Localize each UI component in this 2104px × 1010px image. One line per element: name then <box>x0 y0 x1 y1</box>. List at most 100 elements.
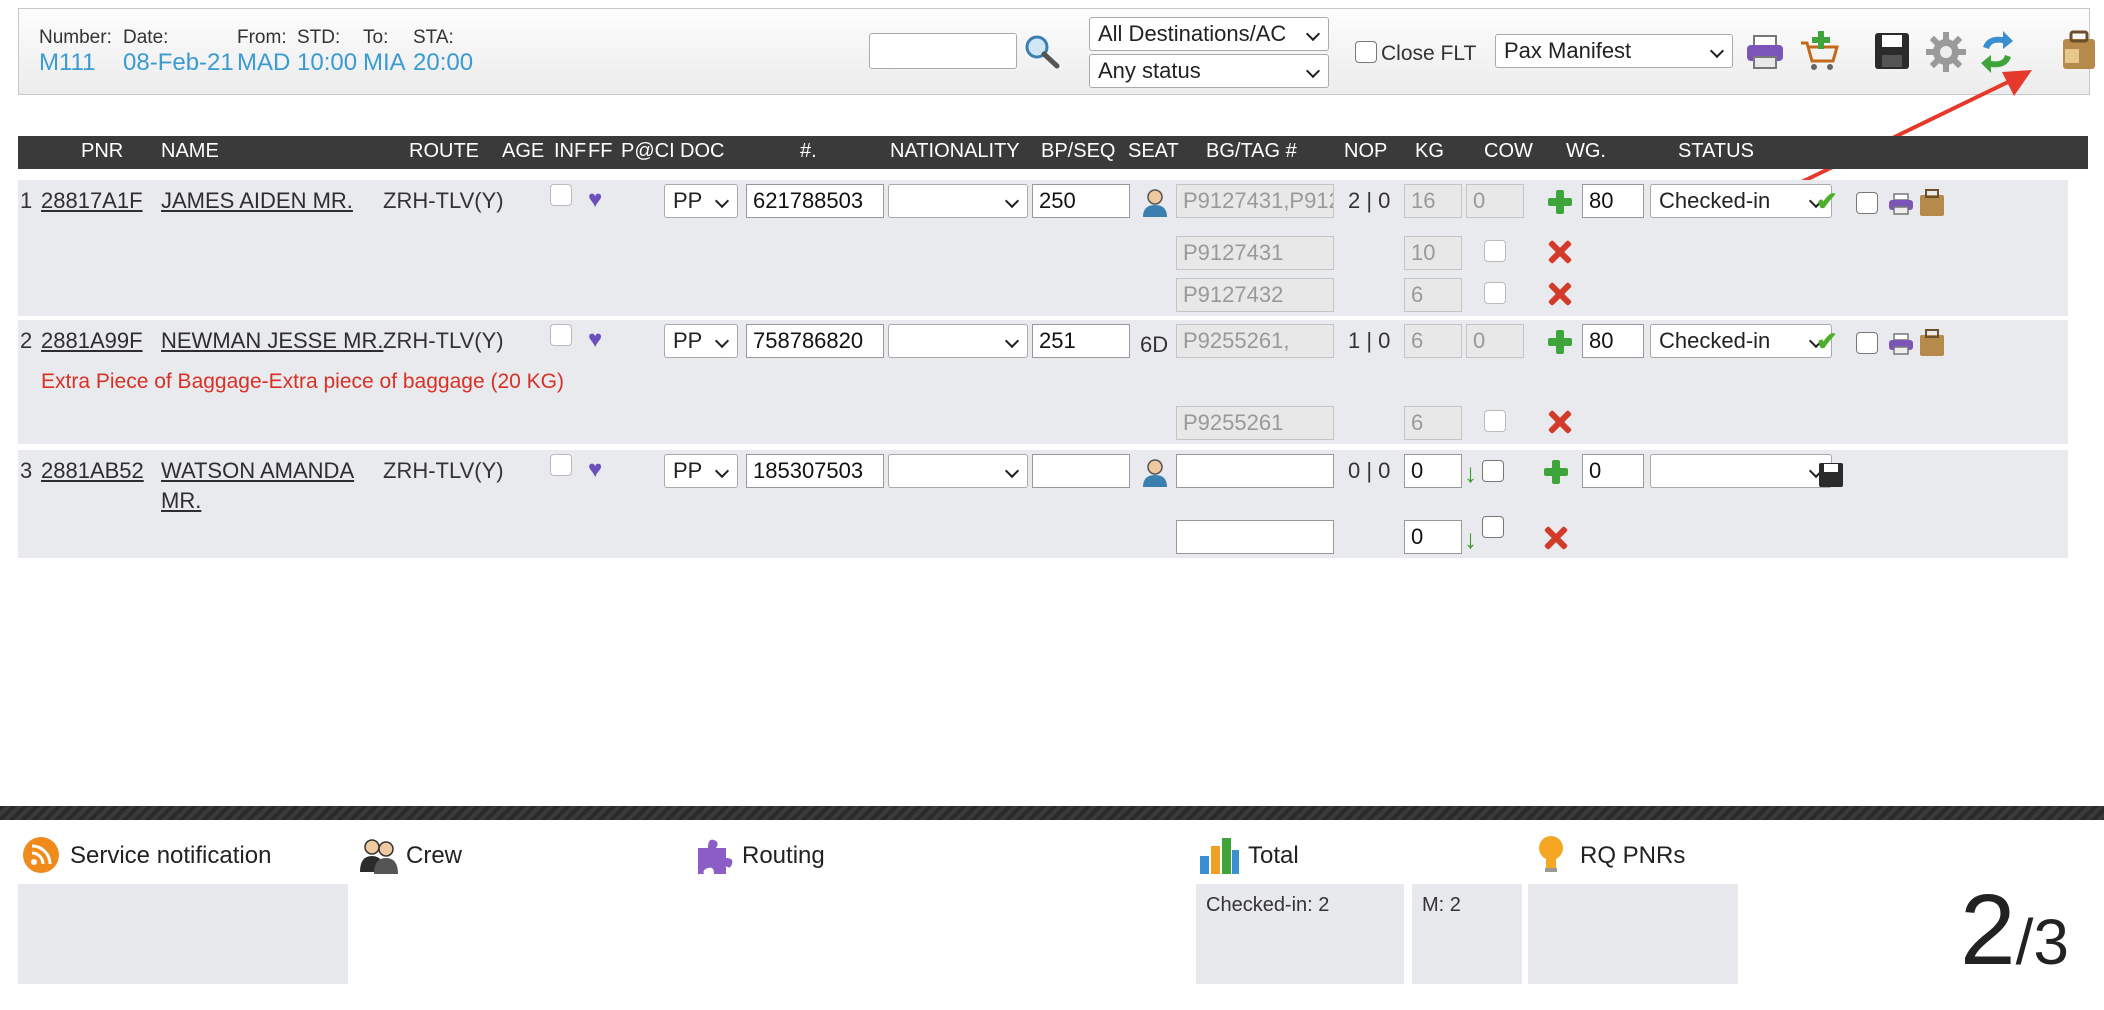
weight-input[interactable]: 80 <box>1582 324 1644 358</box>
doc-number-input[interactable]: 621788503 <box>746 184 884 218</box>
nationality-select[interactable] <box>888 454 1028 488</box>
footer-divider <box>0 806 2104 820</box>
baggage-icon[interactable] <box>1918 188 1946 218</box>
bag-cow-checkbox[interactable] <box>1482 516 1504 538</box>
col-nationality: NATIONALITY <box>890 140 1020 162</box>
route: ZRH-TLV(Y) <box>383 328 504 353</box>
bag-kg-input[interactable]: 0 <box>1404 520 1462 554</box>
search-input[interactable] <box>869 33 1017 69</box>
add-bag-icon[interactable] <box>1548 330 1572 354</box>
bag-tags-input[interactable]: P9127431,P9127432 <box>1176 184 1334 218</box>
bp-seq-input[interactable]: 251 <box>1032 324 1130 358</box>
status-select[interactable]: Checked-in <box>1650 184 1832 218</box>
cow-input[interactable]: 0 <box>1466 324 1524 358</box>
pnr-link[interactable]: 28817A1F <box>41 188 143 214</box>
status-select[interactable] <box>1650 454 1832 488</box>
service-notification-panel <box>18 884 348 984</box>
bag-kg-input[interactable]: 6 <box>1404 278 1462 312</box>
bag-kg-input[interactable]: 6 <box>1404 406 1462 440</box>
seat-map-icon[interactable] <box>1140 458 1170 488</box>
doc-type-select[interactable]: PP <box>664 454 738 488</box>
inf-checkbox[interactable] <box>550 324 572 346</box>
delete-bag-icon[interactable] <box>1548 282 1572 306</box>
passenger-name-link[interactable]: JAMES AIDEN MR. <box>161 188 353 214</box>
total-title[interactable]: Total <box>1248 842 1299 870</box>
bag-tags-input[interactable] <box>1176 454 1334 488</box>
bag-kg-input[interactable]: 10 <box>1404 236 1462 270</box>
row-select-checkbox[interactable] <box>1856 192 1878 214</box>
kg-input[interactable]: 6 <box>1404 324 1462 358</box>
number-label: Number: <box>39 27 112 48</box>
col-bag-tag: BG/TAG # <box>1206 140 1297 162</box>
delete-bag-icon[interactable] <box>1548 410 1572 434</box>
routing-title[interactable]: Routing <box>742 842 825 870</box>
nationality-select[interactable] <box>888 184 1028 218</box>
delete-bag-icon[interactable] <box>1544 526 1568 550</box>
passenger-name-link[interactable]: NEWMAN JESSE MR. <box>161 328 383 354</box>
status-select[interactable]: Checked-in <box>1650 324 1832 358</box>
seat-map-icon[interactable] <box>1140 188 1170 218</box>
bag-tag-input[interactable] <box>1176 520 1334 554</box>
baggage-icon[interactable] <box>1918 328 1946 358</box>
col-seat: SEAT <box>1128 140 1179 162</box>
save-icon[interactable] <box>1818 462 1844 488</box>
row-index: 3 <box>20 458 33 483</box>
bag-tag-input[interactable]: P9127431 <box>1176 236 1334 270</box>
bag-cow-checkbox[interactable] <box>1484 282 1506 304</box>
bag-tags-input[interactable]: P9255261, <box>1176 324 1334 358</box>
weight-input[interactable]: 80 <box>1582 184 1644 218</box>
pnr-link[interactable]: 2881A99F <box>41 328 143 354</box>
nop-value: 0 | 0 <box>1348 458 1391 483</box>
col-wg: WG. <box>1566 140 1606 162</box>
row-select-checkbox[interactable] <box>1856 332 1878 354</box>
cow-input[interactable]: 0 <box>1466 184 1524 218</box>
inf-checkbox[interactable] <box>550 184 572 206</box>
close-flt-checkbox[interactable] <box>1355 41 1377 63</box>
col-inf: INF <box>554 140 587 162</box>
doc-type-select[interactable]: PP <box>664 324 738 358</box>
report-select[interactable]: Pax Manifest <box>1495 34 1733 68</box>
nationality-select[interactable] <box>888 324 1028 358</box>
bag-tag-input[interactable]: P9255261 <box>1176 406 1334 440</box>
cow-checkbox[interactable] <box>1482 460 1504 482</box>
col-doc-number: #. <box>800 140 817 162</box>
print-bp-icon[interactable] <box>1888 332 1914 356</box>
pnr-link[interactable]: 2881AB52 <box>41 458 144 484</box>
down-arrow-icon[interactable]: ↓ <box>1464 460 1477 486</box>
doc-number-input[interactable]: 185307503 <box>746 454 884 488</box>
passenger-row: 3 2881AB52 WATSON AMANDA MR. ZRH-TLV(Y) … <box>18 450 2068 558</box>
baggage-icon[interactable] <box>2059 29 2099 73</box>
seat-value[interactable]: 6D <box>1140 332 1168 358</box>
bp-seq-input[interactable]: 250 <box>1032 184 1130 218</box>
bag-cow-checkbox[interactable] <box>1484 240 1506 262</box>
status-filter-select[interactable]: Any status <box>1089 54 1329 88</box>
rq-pnrs-title[interactable]: RQ PNRs <box>1580 842 1685 870</box>
confirm-check-icon[interactable]: ✔ <box>1816 188 1838 214</box>
delete-bag-icon[interactable] <box>1548 240 1572 264</box>
inf-checkbox[interactable] <box>550 454 572 476</box>
page-indicator: 2/3 <box>1960 880 2069 1010</box>
kg-input[interactable]: 0 <box>1404 454 1462 488</box>
col-age: AGE <box>502 140 545 162</box>
print-bp-icon[interactable] <box>1888 192 1914 216</box>
down-arrow-icon[interactable]: ↓ <box>1464 526 1477 552</box>
doc-type-select[interactable]: PP <box>664 184 738 218</box>
to-airport: MIA <box>363 49 406 76</box>
destinations-select[interactable]: All Destinations/AC <box>1089 17 1329 51</box>
passenger-name-link-line2[interactable]: MR. <box>161 488 201 514</box>
checked-in-count: Checked-in: 2 <box>1206 894 1330 916</box>
add-bag-icon[interactable] <box>1548 190 1572 214</box>
weight-input[interactable]: 0 <box>1582 454 1644 488</box>
add-bag-icon[interactable] <box>1544 460 1568 484</box>
bp-seq-input[interactable] <box>1032 454 1130 488</box>
confirm-check-icon[interactable]: ✔ <box>1816 328 1838 354</box>
bag-tag-input[interactable]: P9127432 <box>1176 278 1334 312</box>
col-doc: DOC <box>680 140 725 162</box>
doc-number-input[interactable]: 758786820 <box>746 324 884 358</box>
kg-input[interactable]: 16 <box>1404 184 1462 218</box>
service-notification-title[interactable]: Service notification <box>70 842 271 870</box>
passenger-name-link[interactable]: WATSON AMANDA <box>161 458 354 484</box>
crew-title[interactable]: Crew <box>406 842 462 870</box>
bag-cow-checkbox[interactable] <box>1484 410 1506 432</box>
search-icon[interactable] <box>1023 33 1061 71</box>
